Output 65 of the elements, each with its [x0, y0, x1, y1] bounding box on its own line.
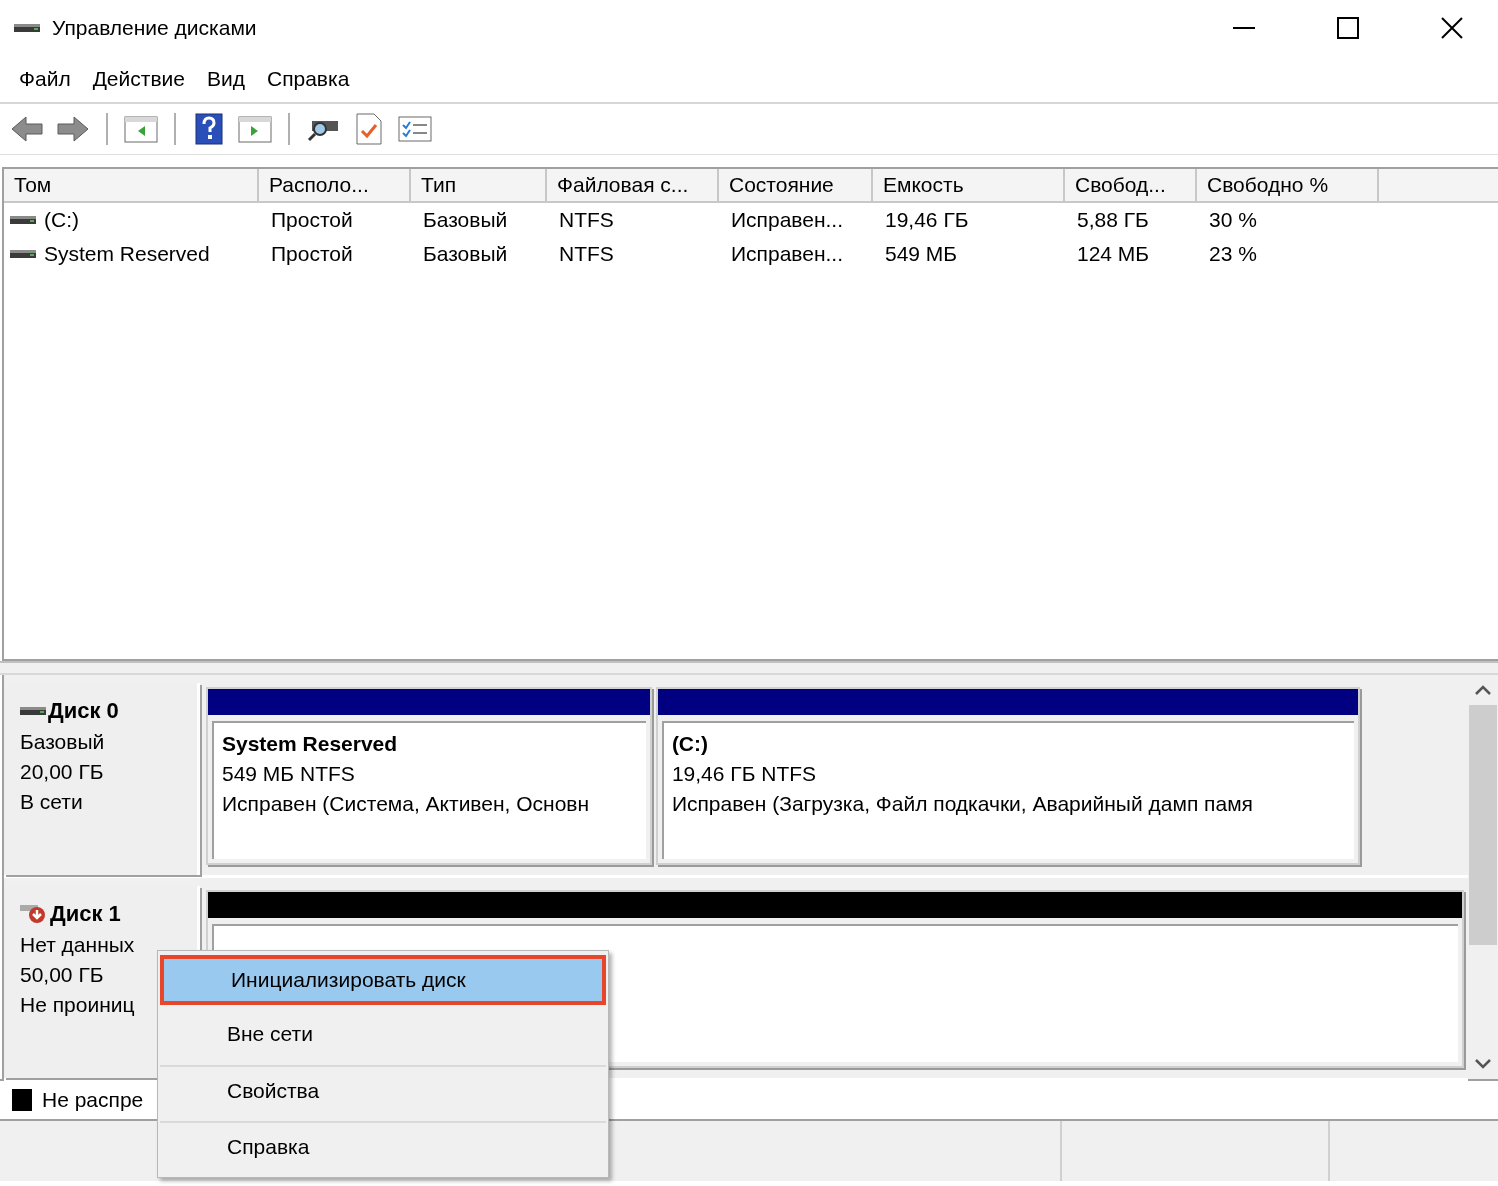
table-cell-text: Простой [270, 208, 354, 232]
table-cell-text: 549 МБ [884, 242, 959, 266]
partition-size: 19,46 ГБ NTFS [671, 761, 818, 787]
partition-status: Исправен (Система, Активен, Основн [222, 791, 591, 817]
table-cell: System Reserved [44, 242, 210, 266]
table-cell-text: 19,46 ГБ [884, 208, 970, 232]
scroll-down-icon[interactable] [1475, 1059, 1491, 1069]
column-header[interactable]: Состояние [719, 169, 873, 203]
window-title: Управление дисками [52, 16, 258, 40]
disk-name: Диск 1 [50, 901, 121, 927]
panel-right-icon[interactable] [238, 114, 272, 144]
disk-detail: В сети [20, 789, 84, 815]
table-cell: (C:) [44, 208, 79, 232]
table-cell-text: NTFS [558, 208, 615, 232]
app-icon [14, 22, 40, 34]
partition-name: (C:) [671, 731, 710, 757]
minimize-icon[interactable] [1233, 26, 1255, 30]
partition-size: 549 МБ NTFS [222, 761, 356, 787]
disk-detail: Базовый [20, 729, 106, 755]
table-cell-text: Исправен... [730, 242, 845, 266]
menu-item[interactable]: Свойства [160, 1065, 606, 1115]
back-arrow-icon[interactable] [10, 115, 44, 143]
column-header[interactable]: Файловая с... [547, 169, 719, 203]
drive-icon [20, 705, 46, 717]
column-header[interactable]: Том [4, 169, 259, 203]
disk-detail: 50,00 ГБ [20, 962, 105, 988]
column-header[interactable]: Свобод... [1065, 169, 1197, 203]
disk-detail: 20,00 ГБ [20, 759, 105, 785]
column-header[interactable]: Тип [411, 169, 547, 203]
table-cell-text: Исправен... [730, 208, 845, 232]
table-cell-text: 30 % [1208, 208, 1258, 232]
table-cell-text: Базовый [422, 242, 509, 266]
column-header[interactable]: Емкость [873, 169, 1065, 203]
table-cell-text: 5,88 ГБ [1076, 208, 1150, 232]
help-icon[interactable] [195, 113, 223, 145]
menu-item[interactable]: Действие [81, 67, 196, 91]
checklist-icon[interactable] [398, 115, 432, 143]
partition-block[interactable]: System Reserved 549 МБ NTFS Исправен (Система, Активен, Основн [206, 687, 652, 865]
disk-name: Диск 0 [48, 698, 119, 724]
table-cell-text: Базовый [422, 208, 509, 232]
table-cell-text: Простой [270, 242, 354, 266]
table-cell-text: 23 % [1208, 242, 1258, 266]
column-header[interactable]: Свободно % [1197, 169, 1379, 203]
column-header[interactable]: Располо... [259, 169, 411, 203]
forward-arrow-icon[interactable] [56, 115, 90, 143]
drive-error-icon [20, 903, 48, 925]
volume-icon [10, 214, 36, 226]
menu-item[interactable]: Инициализировать диск [160, 955, 606, 1005]
disk-detail: Не проиниц [20, 992, 136, 1018]
table-cell-text: NTFS [558, 242, 615, 266]
close-icon[interactable] [1441, 17, 1463, 39]
legend-label: Не распре [42, 1088, 144, 1112]
maximize-icon[interactable] [1337, 17, 1359, 39]
check-document-icon[interactable] [356, 113, 382, 145]
table-cell-text: 124 МБ [1076, 242, 1151, 266]
panel-left-icon[interactable] [124, 114, 158, 144]
menu-item[interactable]: Справка [255, 67, 361, 91]
partition-status: Исправен (Загрузка, Файл подкачки, Аварийный дамп памя [671, 791, 1254, 817]
menu-item[interactable]: Вид [195, 67, 256, 91]
partition-name: System Reserved [222, 731, 399, 757]
menu-item[interactable]: Файл [8, 67, 82, 91]
scroll-up-icon[interactable] [1475, 685, 1491, 695]
volume-icon [10, 248, 36, 260]
disk-detail: Нет данных [20, 932, 136, 958]
partition-block[interactable]: (C:) 19,46 ГБ NTFS Исправен (Загрузка, Файл подкачки, Аварийный дамп памя [655, 687, 1360, 865]
